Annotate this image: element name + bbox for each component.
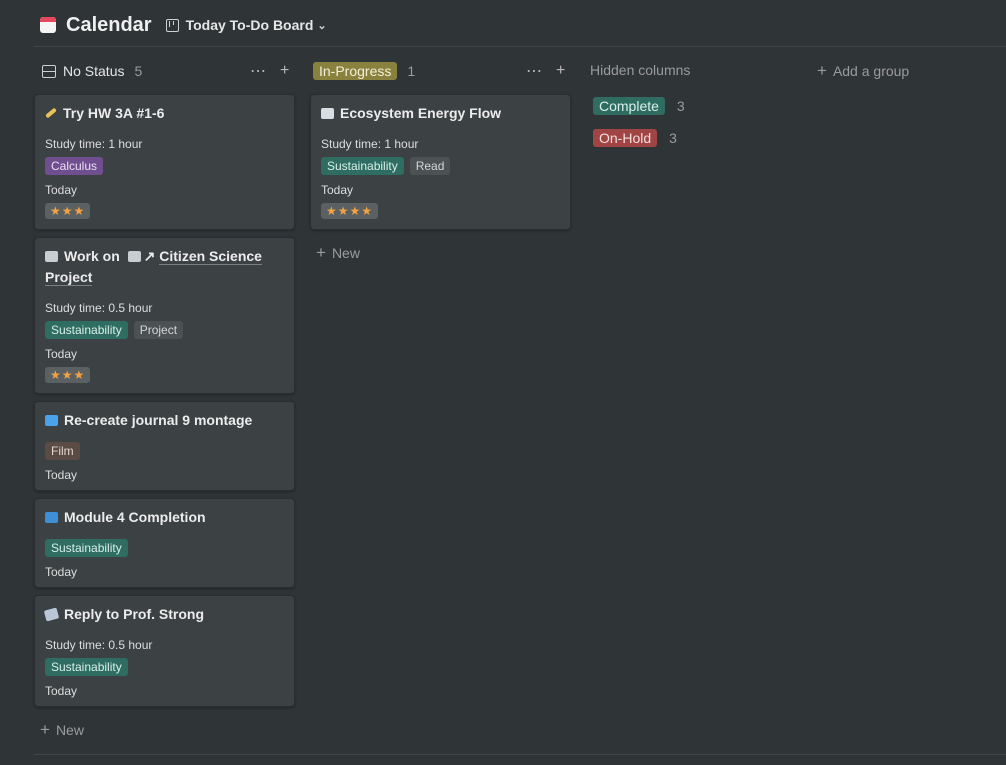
chevron-down-icon: ⌄ [317,19,327,32]
group-label: On-Hold [593,129,658,147]
group-count: 3 [676,98,685,114]
due-date: Today [45,347,78,361]
header-divider [34,46,1006,47]
card-title-text: Re-create journal 9 montage [64,412,253,428]
tag: Film [45,442,80,460]
view-selector[interactable]: Today To-Do Board ⌄ [165,17,327,33]
column-count: 5 [134,63,143,79]
card-tags: Sustainability Project [45,321,189,339]
priority-stars: ★★★ [45,203,91,219]
group-count: 3 [669,130,677,146]
priority-stars: ★★★ [45,367,91,383]
column-header-no-status: No Status 5 [42,60,142,82]
column-header-in-progress: In-Progress 1 [313,60,415,82]
tag: Project [133,321,184,339]
tag: Sustainability [45,539,128,557]
tag: Sustainability [45,658,128,676]
film-frames-icon [45,415,58,426]
due-date: Today [45,468,78,482]
tag: Sustainability [45,321,128,339]
column-count: 1 [407,63,416,79]
board-card[interactable]: Reply to Prof. Strong Study time: 0.5 ho… [34,595,295,707]
card-tags: Film [45,442,86,460]
folder-icon [45,512,58,523]
more-options-icon[interactable]: ⋯ [250,61,266,81]
inbox-icon [42,64,56,78]
hidden-group-complete[interactable]: Complete 3 [593,97,685,115]
board-card[interactable]: Re-create journal 9 montage Film Today [34,401,295,491]
add-group-label: Add a group [832,63,910,79]
card-title: Module 4 Completion [45,507,206,528]
column-label: No Status [63,63,125,79]
tag: Calculus [45,157,104,175]
card-tags: Sustainability [45,539,134,557]
column-actions: ⋯ + [236,60,289,82]
card-tags: Calculus [45,157,109,175]
board-card[interactable]: Ecosystem Energy Flow Study time: 1 hour… [310,94,571,230]
priority-stars: ★★★★ [321,203,379,219]
group-label: Complete [593,97,665,115]
card-title-prefix: Work on [64,248,120,264]
card-title-text: Reply to Prof. Strong [64,606,204,622]
due-date: Today [321,183,354,197]
board-view-icon [165,18,179,32]
pencil-icon [45,107,57,119]
hidden-columns-label: Hidden columns [590,62,691,78]
card-title: Try HW 3A #1-6 [45,103,164,124]
card-title: Re-create journal 9 montage [45,410,252,431]
due-date: Today [45,565,78,579]
study-time: Study time: 1 hour [321,137,419,151]
due-date: Today [45,183,78,197]
tag: Read [409,157,451,175]
hidden-group-on-hold[interactable]: On-Hold 3 [593,129,677,147]
study-time: Study time: 0.5 hour [45,638,153,652]
card-title-text: Ecosystem Energy Flow [340,105,502,121]
tag: Sustainability [321,157,404,175]
page-title: Calendar [66,13,152,36]
plus-icon: + [40,720,50,739]
card-tags: Sustainability [45,658,134,676]
book-icon [321,108,334,119]
add-card-icon[interactable]: + [280,62,289,80]
page-header: Calendar Today To-Do Board ⌄ [40,12,327,38]
calendar-icon [40,17,56,33]
study-time: Study time: 1 hour [45,137,143,151]
card-tags: Sustainability Read [321,157,456,175]
card-title: Ecosystem Energy Flow [321,103,501,124]
board-card[interactable]: Try HW 3A #1-6 Study time: 1 hour Calcul… [34,94,295,230]
card-title-text: Try HW 3A #1-6 [63,105,165,121]
add-card-icon[interactable]: + [556,62,565,80]
due-date: Today [45,684,78,698]
robot-icon [127,251,141,262]
new-card-button[interactable]: + New [316,243,360,263]
more-options-icon[interactable]: ⋯ [526,61,542,81]
new-card-button[interactable]: + New [40,720,84,740]
card-title: Reply to Prof. Strong [43,604,204,625]
new-card-label: New [55,722,84,738]
envelope-icon [43,607,60,622]
view-name: Today To-Do Board [185,17,314,33]
study-time: Study time: 0.5 hour [45,301,153,315]
column-actions: ⋯ + [512,60,565,82]
link-arrow-icon: ↗ [143,248,156,264]
plus-icon: + [817,61,827,80]
board-card[interactable]: Work on ↗ Citizen Science Project Study … [34,237,295,394]
column-label: In-Progress [313,62,398,80]
card-title-text: Module 4 Completion [64,509,206,525]
plus-icon: + [316,243,326,262]
footer-divider [34,754,1006,755]
card-title: Work on ↗ Citizen Science Project [45,246,285,288]
add-group-button[interactable]: + Add a group [817,61,909,81]
board-card[interactable]: Module 4 Completion Sustainability Today [34,498,295,588]
new-card-label: New [331,245,360,261]
robot-icon [45,251,58,262]
